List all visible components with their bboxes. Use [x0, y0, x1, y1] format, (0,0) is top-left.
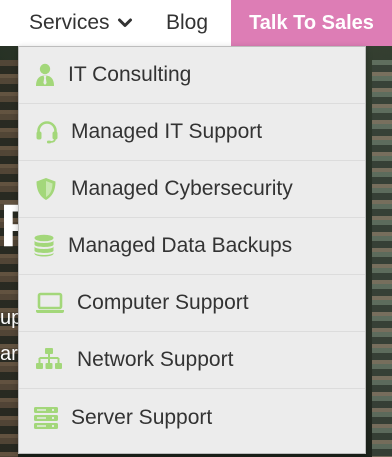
top-navigation: Services Blog Talk To Sales: [0, 0, 392, 46]
dropdown-item-label: IT Consulting: [68, 63, 192, 86]
dropdown-item-network-support[interactable]: Network Support: [19, 332, 365, 389]
dropdown-item-managed-data-backups[interactable]: Managed Data Backups: [19, 218, 365, 275]
dropdown-item-it-consulting[interactable]: IT Consulting: [19, 47, 365, 104]
nav-blog-link[interactable]: Blog: [166, 0, 208, 46]
nav-services-menu[interactable]: Services: [29, 0, 133, 46]
nav-services-label: Services: [29, 11, 110, 34]
dropdown-item-label: Computer Support: [77, 291, 249, 314]
network-icon: [35, 347, 63, 373]
dropdown-item-label: Network Support: [77, 348, 234, 371]
dropdown-item-managed-cybersecurity[interactable]: Managed Cybersecurity: [19, 161, 365, 218]
dropdown-item-label: Managed IT Support: [71, 120, 263, 143]
dropdown-item-label: Managed Cybersecurity: [71, 177, 293, 200]
dropdown-item-label: Server Support: [71, 405, 213, 429]
hero-building-right: [372, 60, 392, 457]
shield-icon: [35, 177, 57, 201]
chevron-down-icon: [117, 15, 133, 31]
headset-icon: [35, 120, 59, 144]
consultant-icon: [35, 63, 55, 87]
talk-to-sales-button[interactable]: Talk To Sales: [231, 0, 392, 46]
database-icon: [33, 234, 55, 258]
services-dropdown: IT Consulting Managed IT Support Managed…: [18, 46, 366, 454]
laptop-icon: [35, 292, 65, 314]
dropdown-item-server-support[interactable]: Server Support: [19, 389, 365, 446]
dropdown-item-computer-support[interactable]: Computer Support: [19, 275, 365, 332]
server-icon: [33, 406, 59, 430]
hero-subtext-fragment-2: ar: [0, 343, 18, 365]
dropdown-item-label: Managed Data Backups: [68, 234, 293, 257]
dropdown-item-managed-it-support[interactable]: Managed IT Support: [19, 104, 365, 161]
